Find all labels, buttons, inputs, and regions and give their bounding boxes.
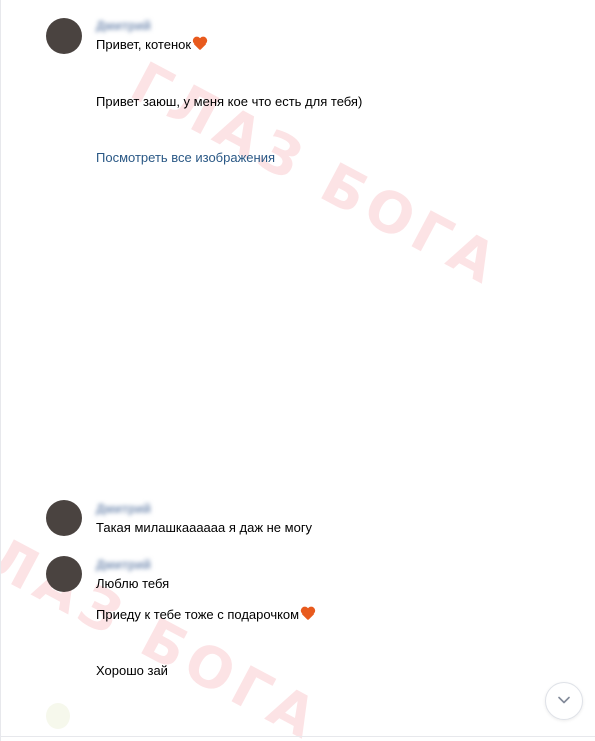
message-text: Привет заюш, у меня кое что есть для теб… [96,94,363,109]
message-line: Привет, котенок [96,37,192,52]
divider [1,736,595,737]
chevron-down-icon [558,696,570,704]
sender-name[interactable]: Дмитрий [96,558,151,572]
message-text: Приеду к тебе тоже с подарочком [96,607,316,623]
next-avatar-partial [46,703,70,729]
sender-name[interactable]: Дмитрий [96,502,151,516]
chat-history: ГЛАЗ БОГА ГЛАЗ БОГА Дмитрий Привет, коте… [0,0,595,741]
scroll-to-bottom-button[interactable] [545,682,583,720]
view-all-images-link[interactable]: Посмотреть все изображения [96,150,275,166]
orange-heart-icon [192,37,208,51]
avatar[interactable] [46,500,82,536]
sender-name[interactable]: Дмитрий [96,19,151,33]
message-text: Люблю тебя [96,576,170,591]
message-line: Приеду к тебе тоже с подарочком [96,607,300,622]
message-text: Хорошо зай [96,663,168,678]
watermark-top: ГЛАЗ БОГА [120,50,512,300]
message-text: Такая милашкаааааа я даж не могу [96,520,313,535]
message-text: Привет, котенок [96,37,208,53]
avatar[interactable] [46,556,82,592]
orange-heart-icon [300,607,316,621]
avatar[interactable] [46,18,82,54]
